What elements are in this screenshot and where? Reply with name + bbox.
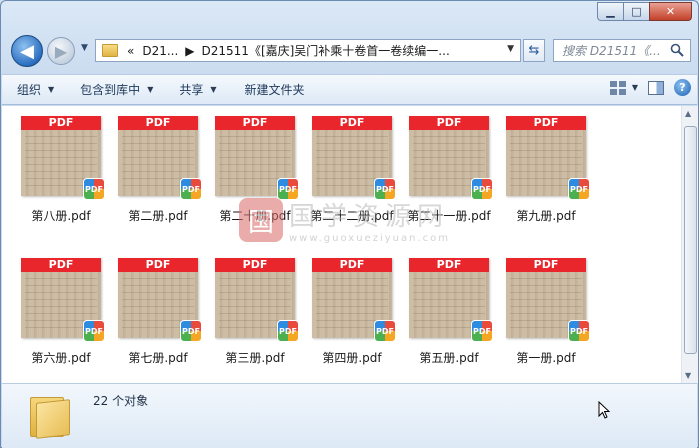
pdf-banner: PDF — [118, 116, 198, 130]
pdf-banner: PDF — [409, 258, 489, 272]
file-item[interactable]: PDF PDF 第五册.pdf — [408, 258, 504, 383]
file-name: 第二册.pdf — [128, 209, 188, 223]
chevron-down-icon: ▼ — [48, 85, 55, 94]
pdf-file-icon: PDF — [180, 178, 202, 200]
file-item[interactable]: PDF PDF 第六册.pdf — [20, 258, 116, 383]
share-label: 共享 — [179, 83, 204, 97]
address-dropdown-icon[interactable]: ▼ — [507, 44, 514, 54]
file-item[interactable]: PDF PDF 第一册.pdf — [505, 258, 601, 383]
toolbar-right: ▼ ? — [609, 79, 691, 96]
caption-buttons: ▁ □ ✕ — [597, 2, 692, 21]
pdf-file-icon: PDF — [471, 178, 493, 200]
pdf-file-icon: PDF — [568, 178, 590, 200]
forward-button[interactable]: ▶ — [47, 37, 75, 65]
scroll-up-icon[interactable]: ▲ — [685, 109, 691, 118]
search-input[interactable]: 搜索 D21511《... — [553, 39, 691, 62]
file-name: 第二十二册.pdf — [310, 209, 394, 223]
refresh-icon: ⇆ — [528, 43, 540, 58]
pdf-file-icon: PDF — [277, 178, 299, 200]
file-list: PDF PDF 第八册.pdf PDF PDF 第二册.pdf PDF PDF 第二十册.pdf… — [2, 106, 681, 383]
pdf-file-icon: PDF — [471, 320, 493, 342]
breadcrumb-current[interactable]: D21511《[嘉庆]吴门补乘十卷首一卷续编一... — [202, 42, 450, 59]
pdf-banner: PDF — [118, 258, 198, 272]
item-count: 22 个对象 — [93, 394, 149, 408]
new-folder-button[interactable]: 新建文件夹 — [245, 81, 305, 98]
pdf-banner: PDF — [215, 258, 295, 272]
include-in-library-label: 包含到库中 — [80, 83, 141, 97]
file-item[interactable]: PDF PDF 第二十册.pdf — [214, 116, 310, 244]
folder-icon — [102, 44, 118, 57]
file-item[interactable]: PDF PDF 第二十一册.pdf — [407, 116, 504, 244]
file-name: 第三册.pdf — [225, 351, 285, 365]
pdf-file-icon: PDF — [180, 320, 202, 342]
file-item[interactable]: PDF PDF 第二册.pdf — [117, 116, 213, 244]
pdf-file-icon: PDF — [83, 178, 105, 200]
organize-label: 组织 — [17, 83, 42, 97]
file-name: 第四册.pdf — [322, 351, 382, 365]
file-name: 第二十册.pdf — [219, 209, 291, 223]
search-placeholder: 搜索 D21511《... — [562, 44, 661, 58]
file-name: 第五册.pdf — [419, 351, 479, 365]
pdf-banner: PDF — [506, 116, 586, 130]
pdf-banner: PDF — [21, 258, 101, 272]
change-view-icon[interactable] — [609, 80, 626, 95]
address-bar[interactable]: « D21... ▶ D21511《[嘉庆]吴门补乘十卷首一卷续编一... ▼ — [95, 39, 521, 62]
help-icon[interactable]: ? — [674, 79, 691, 96]
file-name: 第一册.pdf — [516, 351, 576, 365]
minimize-button[interactable]: ▁ — [597, 2, 623, 21]
scroll-thumb[interactable] — [684, 126, 697, 354]
pdf-banner: PDF — [312, 258, 392, 272]
pdf-file-icon: PDF — [568, 320, 590, 342]
pdf-banner: PDF — [215, 116, 295, 130]
scroll-down-icon[interactable]: ▼ — [685, 371, 691, 380]
breadcrumb-separator-icon[interactable]: ▶ — [185, 44, 194, 58]
chevron-down-icon: ▼ — [147, 85, 154, 94]
file-name: 第六册.pdf — [31, 351, 91, 365]
new-folder-label: 新建文件夹 — [244, 83, 305, 97]
organize-menu[interactable]: 组织 ▼ — [17, 81, 54, 98]
breadcrumb-item[interactable]: D21... — [142, 44, 178, 58]
close-button[interactable]: ✕ — [649, 2, 692, 21]
file-name: 第二十一册.pdf — [407, 209, 491, 223]
refresh-button[interactable]: ⇆ — [523, 39, 545, 62]
back-button[interactable]: ◀ — [11, 35, 43, 67]
pdf-banner: PDF — [409, 116, 489, 130]
mouse-cursor-icon — [598, 401, 610, 419]
file-name: 第七册.pdf — [128, 351, 188, 365]
command-toolbar: 组织 ▼ 包含到库中 ▼ 共享 ▼ 新建文件夹 ▼ ? — [2, 74, 697, 105]
preview-pane-icon[interactable] — [648, 80, 664, 95]
pdf-file-icon: PDF — [277, 320, 299, 342]
folder-icon — [30, 393, 72, 439]
navigation-bar: ◀ ▶ ▼ « D21... ▶ D21511《[嘉庆]吴门补乘十卷首一卷续编一… — [1, 31, 698, 71]
file-name: 第九册.pdf — [516, 209, 576, 223]
share-menu[interactable]: 共享 ▼ — [179, 81, 216, 98]
pdf-banner: PDF — [21, 116, 101, 130]
chevron-down-icon: ▼ — [210, 85, 217, 94]
pdf-banner: PDF — [312, 116, 392, 130]
file-item[interactable]: PDF PDF 第八册.pdf — [20, 116, 116, 244]
search-icon[interactable] — [670, 43, 684, 57]
vertical-scrollbar[interactable]: ▲ ▼ — [681, 106, 698, 383]
explorer-window: ▁ □ ✕ ◀ ▶ ▼ « D21... ▶ D21511《[嘉庆]吴门补乘十卷… — [0, 0, 699, 448]
file-item[interactable]: PDF PDF 第二十二册.pdf — [310, 116, 407, 244]
pdf-banner: PDF — [506, 258, 586, 272]
pdf-file-icon: PDF — [374, 178, 396, 200]
file-item[interactable]: PDF PDF 第七册.pdf — [117, 258, 213, 383]
view-options-chevron-icon[interactable]: ▼ — [632, 83, 638, 92]
maximize-button[interactable]: □ — [623, 2, 649, 21]
details-pane: 22 个对象 — [2, 383, 697, 448]
pdf-file-icon: PDF — [83, 320, 105, 342]
include-in-library-menu[interactable]: 包含到库中 ▼ — [80, 81, 153, 98]
file-item[interactable]: PDF PDF 第四册.pdf — [311, 258, 407, 383]
breadcrumb-overflow[interactable]: « — [127, 44, 134, 58]
file-item[interactable]: PDF PDF 第九册.pdf — [505, 116, 601, 244]
recent-pages-dropdown[interactable]: ▼ — [81, 43, 88, 53]
file-name: 第八册.pdf — [31, 209, 91, 223]
pdf-file-icon: PDF — [374, 320, 396, 342]
file-item[interactable]: PDF PDF 第三册.pdf — [214, 258, 310, 383]
